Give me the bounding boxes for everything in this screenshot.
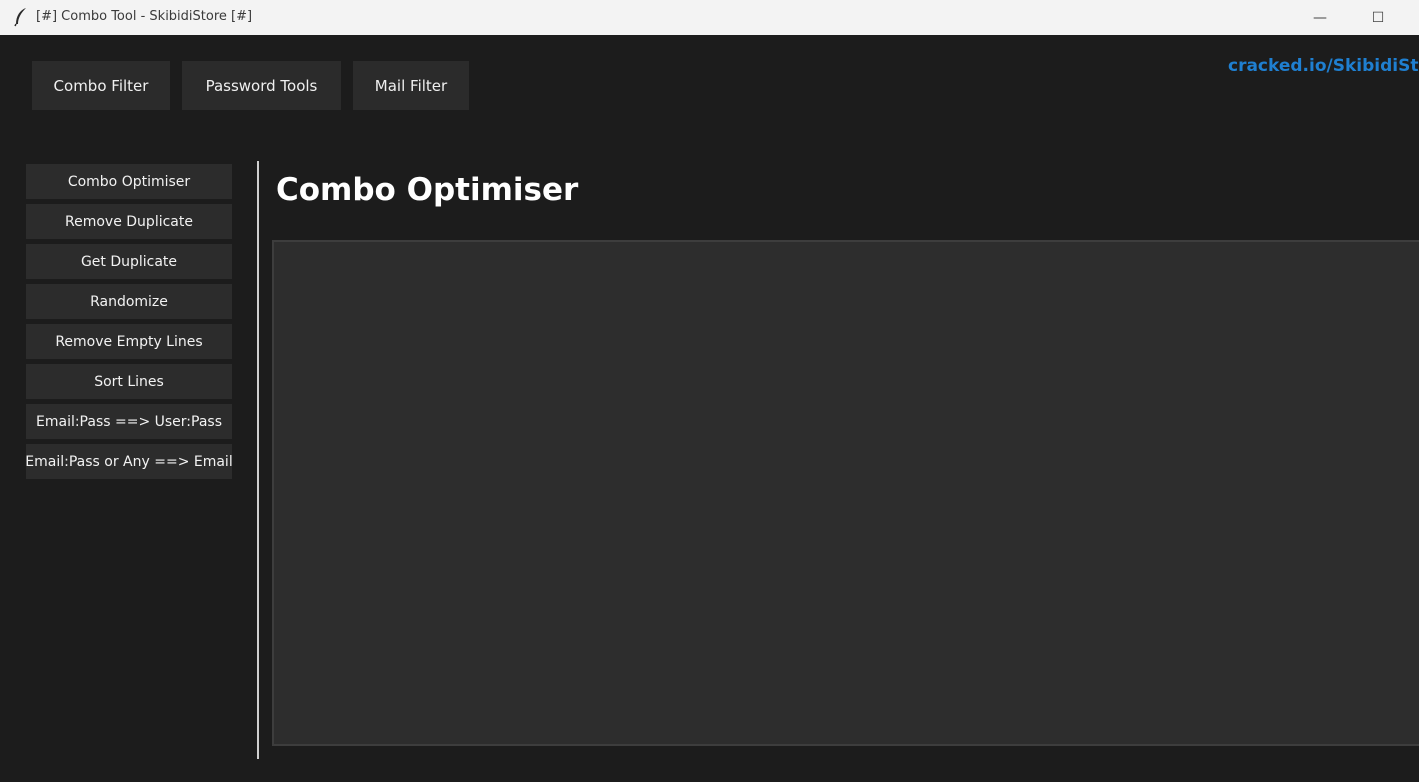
minimize-icon[interactable]: — — [1297, 0, 1343, 35]
page-title: Combo Optimiser — [276, 172, 579, 208]
tab-combo-filter[interactable]: Combo Filter — [32, 61, 170, 110]
maximize-icon[interactable]: ☐ — [1355, 0, 1401, 35]
tab-mail-filter[interactable]: Mail Filter — [353, 61, 469, 110]
sidebar-item-any-to-email[interactable]: Email:Pass or Any ==> Email — [25, 444, 233, 479]
sidebar-item-email-to-user[interactable]: Email:Pass ==> User:Pass — [26, 404, 232, 439]
feather-icon — [12, 7, 30, 27]
sidebar-item-remove-duplicate[interactable]: Remove Duplicate — [26, 204, 232, 239]
sidebar-item-remove-empty-lines[interactable]: Remove Empty Lines — [26, 324, 232, 359]
window-titlebar: [#] Combo Tool - SkibidiStore [#] — ☐ — [0, 0, 1419, 35]
sidebar-item-get-duplicate[interactable]: Get Duplicate — [26, 244, 232, 279]
tab-password-tools[interactable]: Password Tools — [182, 61, 341, 110]
sidebar-item-randomize[interactable]: Randomize — [26, 284, 232, 319]
window-title: [#] Combo Tool - SkibidiStore [#] — [36, 9, 253, 24]
combo-text-editor[interactable] — [272, 240, 1419, 746]
vertical-divider — [257, 161, 259, 759]
brand-link[interactable]: cracked.io/SkibidiSt — [1228, 56, 1418, 76]
sidebar-item-combo-optimiser[interactable]: Combo Optimiser — [26, 164, 232, 199]
app-body: Combo Filter Password Tools Mail Filter … — [0, 35, 1419, 782]
sidebar-item-sort-lines[interactable]: Sort Lines — [26, 364, 232, 399]
sidebar: Combo Optimiser Remove Duplicate Get Dup… — [25, 164, 233, 484]
